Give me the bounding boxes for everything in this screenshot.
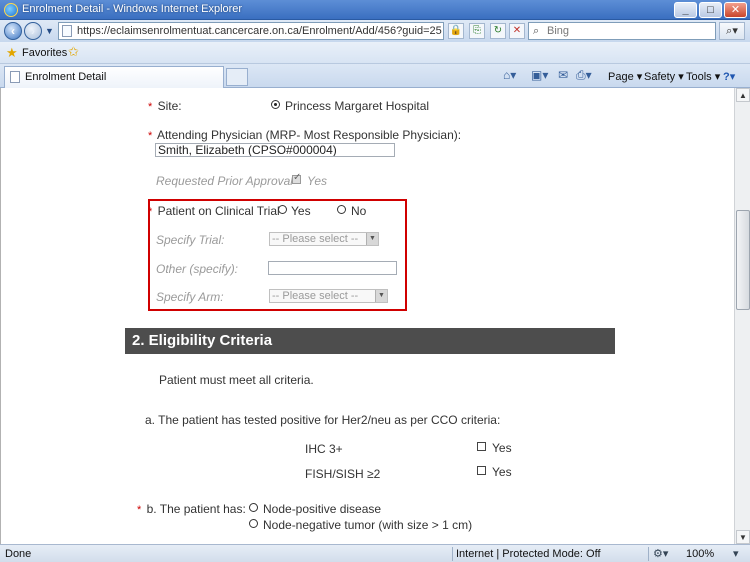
other-specify-field[interactable] [268,261,397,275]
print-icon[interactable]: ⎙▾ [576,68,592,83]
status-divider [648,547,649,561]
tools-menu[interactable]: Tools ▾ [686,70,720,83]
refresh-icon[interactable]: ↻ [490,23,506,39]
home-icon[interactable]: ⌂▾ [503,68,516,82]
section-intro: Patient must meet all criteria. [159,373,314,387]
back-button[interactable]: ‹ [4,22,22,40]
required-marker: * [148,101,153,113]
chevron-down-icon: ▼ [366,233,378,245]
scroll-up-icon[interactable]: ▲ [736,88,750,102]
lock-icon[interactable]: 🔒 [448,23,464,39]
specify-arm-select[interactable]: -- Please select -- ▼ [269,289,388,303]
new-tab-button[interactable] [226,68,248,86]
status-bar: Done Internet | Protected Mode: Off ⚙▾ 1… [0,544,750,562]
title-bar: Enrolment Detail - Windows Internet Expl… [0,0,750,20]
clinical-trial-yes-radio[interactable] [278,205,287,214]
specify-trial-select[interactable]: -- Please select -- ▼ [269,232,379,246]
window-title: Enrolment Detail - Windows Internet Expl… [22,3,243,15]
favorites-star-icon[interactable]: ★ [6,45,18,61]
page-content: * Site: Princess Margaret Hospital * Att… [0,88,734,544]
clinical-trial-label: Patient on Clinical Trial [157,204,280,218]
vertical-scrollbar[interactable]: ▲ ▼ [734,88,750,544]
question-b-row: * b. The patient has: [137,502,246,516]
help-menu[interactable]: ?▾ [723,70,735,83]
address-bar[interactable]: https://eclaimsenrolmentuat.cancercare.o… [58,22,444,40]
physician-field[interactable]: Smith, Elizabeth (CPSO#000004) [155,143,395,157]
node-positive-radio[interactable] [249,503,258,512]
favorites-label[interactable]: Favorites [22,47,67,59]
site-label: Site: [157,99,182,113]
page-icon [10,71,20,83]
protected-mode-icon[interactable]: ⚙▾ [653,547,668,560]
required-marker: * [148,130,153,142]
clinical-trial-no-radio[interactable] [337,205,346,214]
clinical-trial-yes-label: Yes [291,204,311,218]
scroll-down-icon[interactable]: ▼ [736,530,750,544]
physician-label-row: * Attending Physician (MRP- Most Respons… [148,128,461,142]
clinical-trial-label-row: * Patient on Clinical Trial [148,204,280,218]
search-placeholder: Bing [547,25,570,37]
status-text: Done [5,548,32,560]
search-button[interactable]: ⌕▾ [719,22,745,40]
mail-icon[interactable]: ✉ [558,68,568,82]
site-radio[interactable] [271,100,280,109]
specify-arm-selected: -- Please select -- [272,290,359,302]
required-marker: * [148,206,153,218]
zoom-dropdown-icon[interactable]: ▾ [733,547,739,560]
zoom-level[interactable]: 100% [686,548,714,560]
prior-approval-option: Yes [307,174,328,188]
physician-label: Attending Physician (MRP- Most Responsib… [156,128,462,142]
stop-icon[interactable]: ✕ [509,23,525,39]
section-header: 2. Eligibility Criteria [125,328,615,354]
ihc-label: IHC 3+ [305,442,343,456]
ihc-option: Yes [492,441,512,455]
close-button[interactable]: ✕ [724,2,747,18]
node-negative-radio[interactable] [249,519,258,528]
search-input[interactable]: ⌕ Bing [528,22,716,40]
security-zone[interactable]: Internet | Protected Mode: Off [456,548,601,560]
fish-checkbox[interactable] [477,466,486,475]
clinical-trial-no-label: No [351,204,367,218]
compatibility-icon[interactable]: ⎘ [469,23,485,39]
scroll-thumb[interactable] [736,210,750,310]
page-menu[interactable]: Page ▾ [608,70,642,83]
tab-label: Enrolment Detail [25,71,107,83]
specify-trial-label: Specify Trial: [156,233,225,247]
prior-approval-checkbox[interactable] [292,172,301,184]
question-a: a. The patient has tested positive for H… [145,413,501,427]
ie-logo-icon [4,3,18,17]
feeds-icon[interactable]: ▣▾ [531,68,548,82]
forward-button[interactable]: › [24,22,42,40]
site-label-row: * Site: [148,99,182,113]
other-specify-label: Other (specify): [156,262,239,276]
specify-arm-label: Specify Arm: [156,290,224,304]
node-negative-label: Node-negative tumor (with size > 1 cm) [263,518,473,532]
fish-label: FISH/SISH ≥2 [305,467,381,481]
maximize-button[interactable]: □ [699,2,722,18]
favorites-bar: ★ Favorites ✩ [0,42,750,64]
node-positive-label: Node-positive disease [263,502,382,516]
status-divider [452,547,453,561]
navigation-bar: ‹ › ▼ https://eclaimsenrolmentuat.cancer… [0,20,750,42]
tab-bar: Enrolment Detail ⌂▾ ▣▾ ✉ ⎙▾ Page ▾ Safet… [0,64,750,88]
bing-icon: ⌕ [533,25,540,37]
chevron-down-icon: ▼ [375,290,387,302]
safety-menu[interactable]: Safety ▾ [644,70,684,83]
specify-trial-selected: -- Please select -- [272,233,359,245]
fish-option: Yes [492,465,512,479]
question-b: b. The patient has: [146,502,246,516]
address-url[interactable]: https://eclaimsenrolmentuat.cancercare.o… [77,25,442,37]
ihc-checkbox[interactable] [477,442,486,451]
required-marker: * [137,504,142,516]
site-value: Princess Margaret Hospital [285,99,430,113]
page-icon [62,25,72,37]
add-favorite-icon[interactable]: ✩ [68,44,79,60]
minimize-button[interactable]: _ [674,2,697,18]
prior-approval-label: Requested Prior Approval [156,174,293,188]
tab-enrolment-detail[interactable]: Enrolment Detail [4,66,224,88]
history-dropdown-icon[interactable]: ▼ [45,26,54,36]
